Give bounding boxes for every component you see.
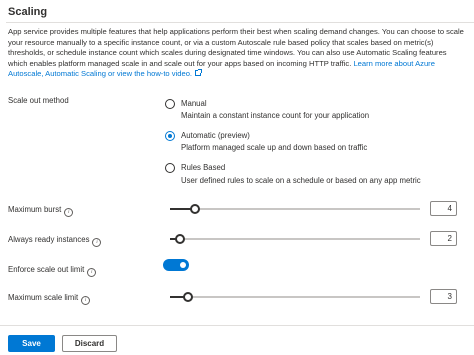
maximum-burst-slider[interactable] <box>170 204 420 214</box>
maximum-scale-limit-slider-thumb[interactable] <box>182 292 193 302</box>
always-ready-input[interactable]: 2 <box>430 231 457 246</box>
maximum-scale-limit-input[interactable]: 3 <box>430 289 457 304</box>
radio-automatic-title: Automatic (preview) <box>181 131 250 140</box>
radio-manual-title: Manual <box>181 99 207 108</box>
info-icon[interactable]: i <box>81 296 91 305</box>
enforce-limit-toggle[interactable] <box>163 259 189 271</box>
radio-automatic[interactable] <box>165 131 175 141</box>
maximum-scale-limit-slider[interactable] <box>170 292 420 302</box>
always-ready-label: Always ready instances i <box>8 235 102 247</box>
radio-automatic-subtitle: Platform managed scale up and down based… <box>181 143 368 152</box>
description-block: App service provides multiple features t… <box>8 27 466 80</box>
enforce-limit-text: Enforce scale out limit <box>8 265 85 274</box>
discard-button[interactable]: Discard <box>62 335 117 352</box>
scale-out-method-label: Scale out method <box>8 96 69 105</box>
maximum-burst-text: Maximum burst <box>8 205 62 214</box>
radio-manual[interactable] <box>165 99 175 109</box>
radio-rules-based[interactable] <box>165 163 175 173</box>
radio-manual-subtitle: Maintain a constant instance count for y… <box>181 111 370 120</box>
maximum-scale-limit-label: Maximum scale limit i <box>8 293 91 305</box>
always-ready-text: Always ready instances <box>8 235 90 244</box>
radio-rules-based-subtitle: User defined rules to scale on a schedul… <box>181 176 421 185</box>
always-ready-slider[interactable] <box>170 234 420 244</box>
info-icon[interactable]: i <box>87 268 97 277</box>
maximum-burst-input[interactable]: 4 <box>430 201 457 216</box>
maximum-burst-slider-thumb[interactable] <box>190 204 200 214</box>
section-title: Scaling <box>8 6 48 18</box>
radio-rules-based-title: Rules Based <box>181 163 226 172</box>
always-ready-slider-thumb[interactable] <box>175 234 185 244</box>
save-button[interactable]: Save <box>8 335 55 352</box>
info-icon[interactable]: i <box>64 208 74 217</box>
maximum-burst-label: Maximum burst i <box>8 205 74 217</box>
title-divider <box>6 22 474 23</box>
footer-divider <box>0 325 474 326</box>
info-icon[interactable]: i <box>92 238 102 247</box>
maximum-scale-limit-text: Maximum scale limit <box>8 293 79 302</box>
external-link-icon <box>195 69 203 76</box>
enforce-limit-label: Enforce scale out limit i <box>8 265 97 277</box>
